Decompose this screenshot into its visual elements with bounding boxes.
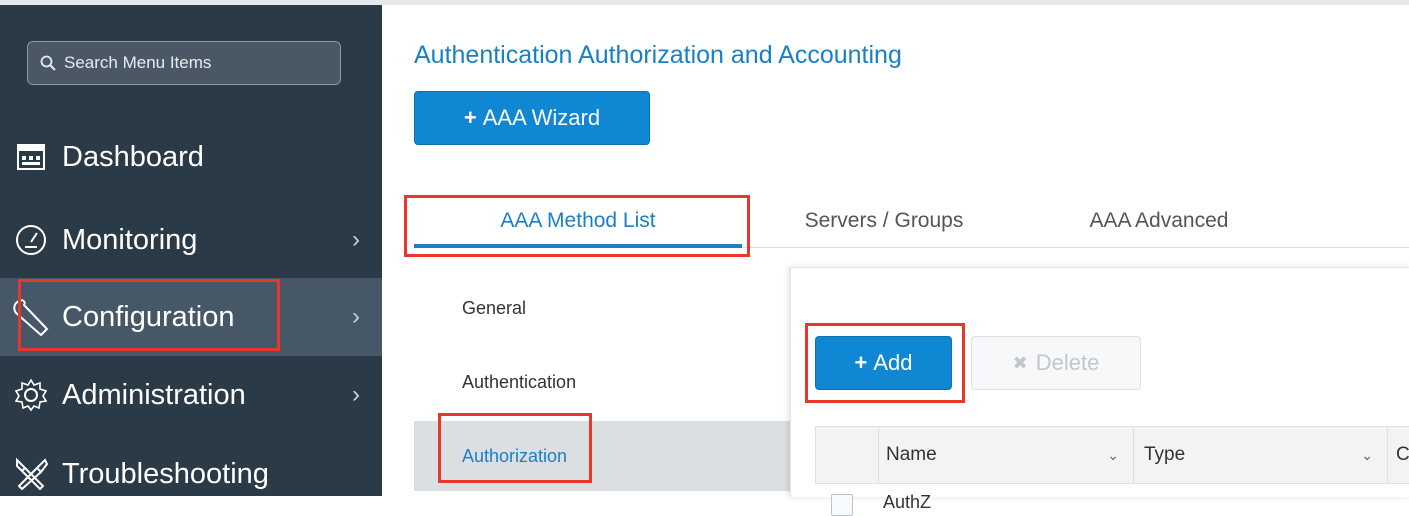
subnav-label: Authentication xyxy=(462,371,577,392)
wizard-label: AAA Wizard xyxy=(482,105,601,130)
sort-chevron-icon[interactable]: ⌄ xyxy=(1107,447,1119,464)
highlight-method-list-tab xyxy=(404,195,750,257)
search-placeholder: Search Menu Items xyxy=(64,53,212,72)
table-row-partial: AuthZ xyxy=(883,492,932,512)
aaa-wizard-button[interactable]: + AAA Wizard xyxy=(414,91,650,145)
chevron-right-icon: › xyxy=(352,381,360,408)
sidebar-item-label: Monitoring xyxy=(62,223,198,256)
search-input[interactable]: Search Menu Items xyxy=(27,41,341,85)
column-header-truncated[interactable]: C xyxy=(1388,427,1409,483)
tools-icon xyxy=(0,435,62,513)
highlight-configuration xyxy=(18,279,280,351)
sidebar-item-label: Dashboard xyxy=(62,140,204,173)
tab-label: AAA Advanced xyxy=(1089,209,1229,232)
main-content: Authentication Authorization and Account… xyxy=(382,5,1409,516)
sidebar-item-troubleshooting[interactable]: Troubleshooting xyxy=(0,435,382,513)
row-checkbox[interactable] xyxy=(831,494,853,516)
plus-icon: + xyxy=(463,105,477,130)
tab-servers-groups[interactable]: Servers / Groups xyxy=(759,195,1009,247)
delete-button[interactable]: ✖ Delete xyxy=(971,336,1141,390)
column-header-name[interactable]: Name ⌄ xyxy=(878,427,1134,483)
column-label: C xyxy=(1396,444,1409,465)
tab-aaa-advanced[interactable]: AAA Advanced xyxy=(1034,195,1284,247)
highlight-add-button xyxy=(805,323,965,403)
column-label: Name xyxy=(886,444,937,465)
column-header-type[interactable]: Type ⌄ xyxy=(1134,427,1388,483)
sidebar-item-dashboard[interactable]: Dashboard xyxy=(0,118,382,196)
close-icon: ✖ xyxy=(1012,352,1028,373)
sidebar-item-label: Administration xyxy=(62,378,246,411)
sidebar-item-label: Troubleshooting xyxy=(62,457,269,490)
chevron-right-icon: › xyxy=(352,226,360,253)
column-label: Type xyxy=(1144,444,1186,465)
delete-label: Delete xyxy=(1035,350,1100,375)
highlight-authorization xyxy=(438,413,592,483)
search-icon xyxy=(40,55,56,71)
subnav-label: General xyxy=(462,297,527,318)
tab-label: Servers / Groups xyxy=(804,209,964,232)
chevron-right-icon: › xyxy=(352,303,360,330)
sidebar-item-administration[interactable]: Administration › xyxy=(0,356,382,434)
gear-icon xyxy=(0,356,62,434)
table-header: Name ⌄ Type ⌄ C xyxy=(815,426,1409,484)
subnav-item-general[interactable]: General xyxy=(414,273,790,343)
dashboard-icon xyxy=(0,118,62,196)
gauge-icon xyxy=(0,201,62,279)
header-checkbox-cell xyxy=(816,427,879,483)
sort-chevron-icon[interactable]: ⌄ xyxy=(1361,447,1373,464)
sidebar-item-monitoring[interactable]: Monitoring › xyxy=(0,201,382,279)
page-title: Authentication Authorization and Account… xyxy=(414,41,902,69)
subnav-item-authentication[interactable]: Authentication xyxy=(414,347,790,417)
sidebar: Search Menu Items Dashboard Monitoring › xyxy=(0,5,382,496)
